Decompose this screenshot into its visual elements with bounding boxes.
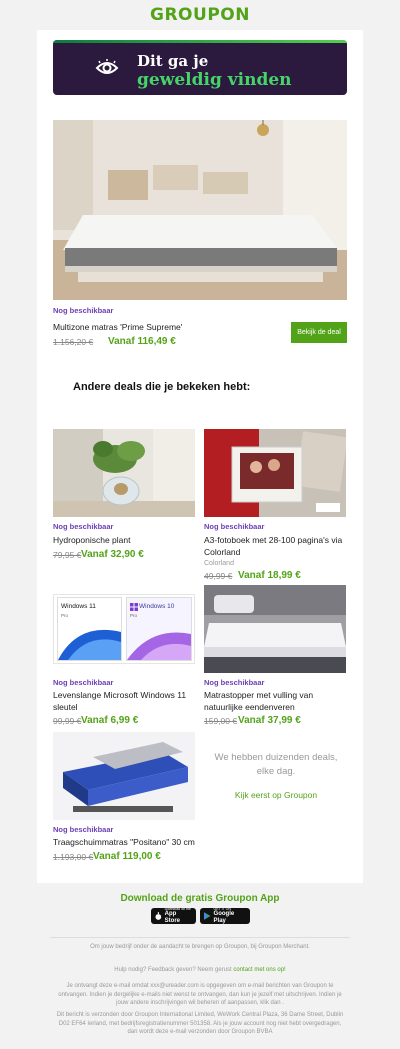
windows-logo-icon bbox=[130, 603, 138, 611]
deal-image-windows[interactable]: Windows 11 Pro Windows 10 Pro bbox=[53, 594, 195, 664]
deal-4-availability: Nog beschikbaar bbox=[204, 678, 265, 687]
footer-help-prefix: Hulp nodig? Feedback geven? Neem gerust bbox=[114, 967, 232, 973]
hero-deal-image[interactable] bbox=[53, 120, 347, 300]
windows-swirl-purple bbox=[127, 632, 191, 660]
deal-2-title[interactable]: A3-fotoboek met 28-100 pagina's via Colo… bbox=[204, 534, 354, 558]
banner-stripe bbox=[53, 40, 347, 43]
deal-2-original-price: 49,99 € bbox=[204, 571, 233, 581]
deal-4-original-price: 159,00 € bbox=[204, 716, 238, 726]
deal-4-title[interactable]: Matrastopper met vulling van natuurlijke… bbox=[204, 689, 354, 713]
windows-swirl-blue bbox=[58, 629, 121, 660]
deal-3-price: Vanaf 6,99 € bbox=[81, 715, 139, 726]
google-play-icon bbox=[204, 912, 211, 920]
deal-5-title[interactable]: Traagschuimmatras "Positano" 30 cm bbox=[53, 836, 203, 848]
google-play-button[interactable]: GET IT ON Google Play bbox=[200, 907, 250, 924]
footer-unsubscribe-paragraph: Je ontvangt deze e-mail omdat xxx@ureade… bbox=[58, 983, 342, 1006]
deal-1-original-price: 79,95 € bbox=[53, 550, 82, 560]
deal-3-original-price: 99,99 € bbox=[53, 716, 82, 726]
windows-10-label: Windows 10 bbox=[139, 603, 175, 610]
deal-2-price: Vanaf 18,99 € bbox=[238, 570, 301, 581]
apple-icon bbox=[155, 912, 162, 920]
windows-10-box: Windows 10 Pro bbox=[126, 597, 192, 661]
windows-11-box: Windows 11 Pro bbox=[57, 597, 122, 661]
hero-price: Vanaf 116,49 € bbox=[108, 336, 176, 347]
hero-availability: Nog beschikbaar bbox=[53, 306, 114, 315]
footer-help-line: Hulp nodig? Feedback geven? Neem gerust … bbox=[55, 966, 345, 975]
view-deal-button[interactable]: Bekijk de deal bbox=[291, 322, 347, 343]
app-store-button[interactable]: Download on the App Store bbox=[151, 907, 196, 924]
promo-link[interactable]: Kijk eerst op Groupon bbox=[205, 790, 347, 800]
hero-title[interactable]: Multizone matras 'Prime Supreme' bbox=[53, 321, 273, 333]
deal-5-original-price: 1.193,00 € bbox=[53, 852, 94, 862]
deal-image-mattress-topper[interactable] bbox=[204, 585, 346, 673]
promo-banner: Dit ga je geweldig vinden bbox=[53, 40, 347, 95]
banner-line-1: Dit ga je bbox=[137, 52, 209, 70]
google-play-big: Google Play bbox=[213, 911, 235, 924]
deal-1-title[interactable]: Hydroponische plant bbox=[53, 534, 193, 546]
hero-original-price: 1.156,20 € bbox=[53, 337, 94, 347]
deal-2-availability: Nog beschikbaar bbox=[204, 522, 265, 531]
windows-11-pro-label: Pro bbox=[61, 613, 69, 618]
deal-3-title[interactable]: Levenslange Microsoft Windows 11 sleutel bbox=[53, 689, 193, 713]
deal-1-availability: Nog beschikbaar bbox=[53, 522, 114, 531]
deal-image-foam-mattress[interactable] bbox=[53, 732, 195, 820]
section-heading: Andere deals die je bekeken hebt: bbox=[73, 381, 251, 393]
contact-link[interactable]: contact met ons op! bbox=[233, 967, 285, 973]
groupon-logo[interactable]: GROUPON bbox=[150, 5, 250, 25]
banner-line-2: geweldig vinden bbox=[137, 70, 292, 90]
deal-3-availability: Nog beschikbaar bbox=[53, 678, 114, 687]
footer-merchant-line: Om jouw bedrijf onder de aandacht te bre… bbox=[90, 944, 310, 950]
header: GROUPON bbox=[0, 0, 400, 30]
promo-text: We hebben duizenden deals, elke dag. bbox=[214, 752, 338, 777]
deal-image-photobook[interactable] bbox=[204, 429, 346, 517]
email-card: Dit ga je geweldig vinden Nog beschikbaa… bbox=[37, 30, 363, 883]
deal-4-price: Vanaf 37,99 € bbox=[238, 715, 301, 726]
windows-11-label: Windows 11 bbox=[61, 603, 96, 610]
footer-legal-paragraph: Dit bericht is verzonden door Groupon In… bbox=[56, 1012, 344, 1035]
windows-10-pro-label: Pro bbox=[130, 613, 138, 618]
eye-icon bbox=[95, 59, 119, 74]
deal-2-brand: Colorland bbox=[204, 560, 234, 567]
app-heading: Download de gratis Groupon App bbox=[120, 893, 280, 904]
deal-1-price: Vanaf 32,90 € bbox=[81, 549, 144, 560]
app-store-big: App Store bbox=[164, 911, 181, 924]
deal-image-plant[interactable] bbox=[53, 429, 195, 517]
footer-divider bbox=[50, 937, 350, 938]
deal-5-availability: Nog beschikbaar bbox=[53, 825, 114, 834]
deal-5-price: Vanaf 119,00 € bbox=[93, 851, 161, 862]
